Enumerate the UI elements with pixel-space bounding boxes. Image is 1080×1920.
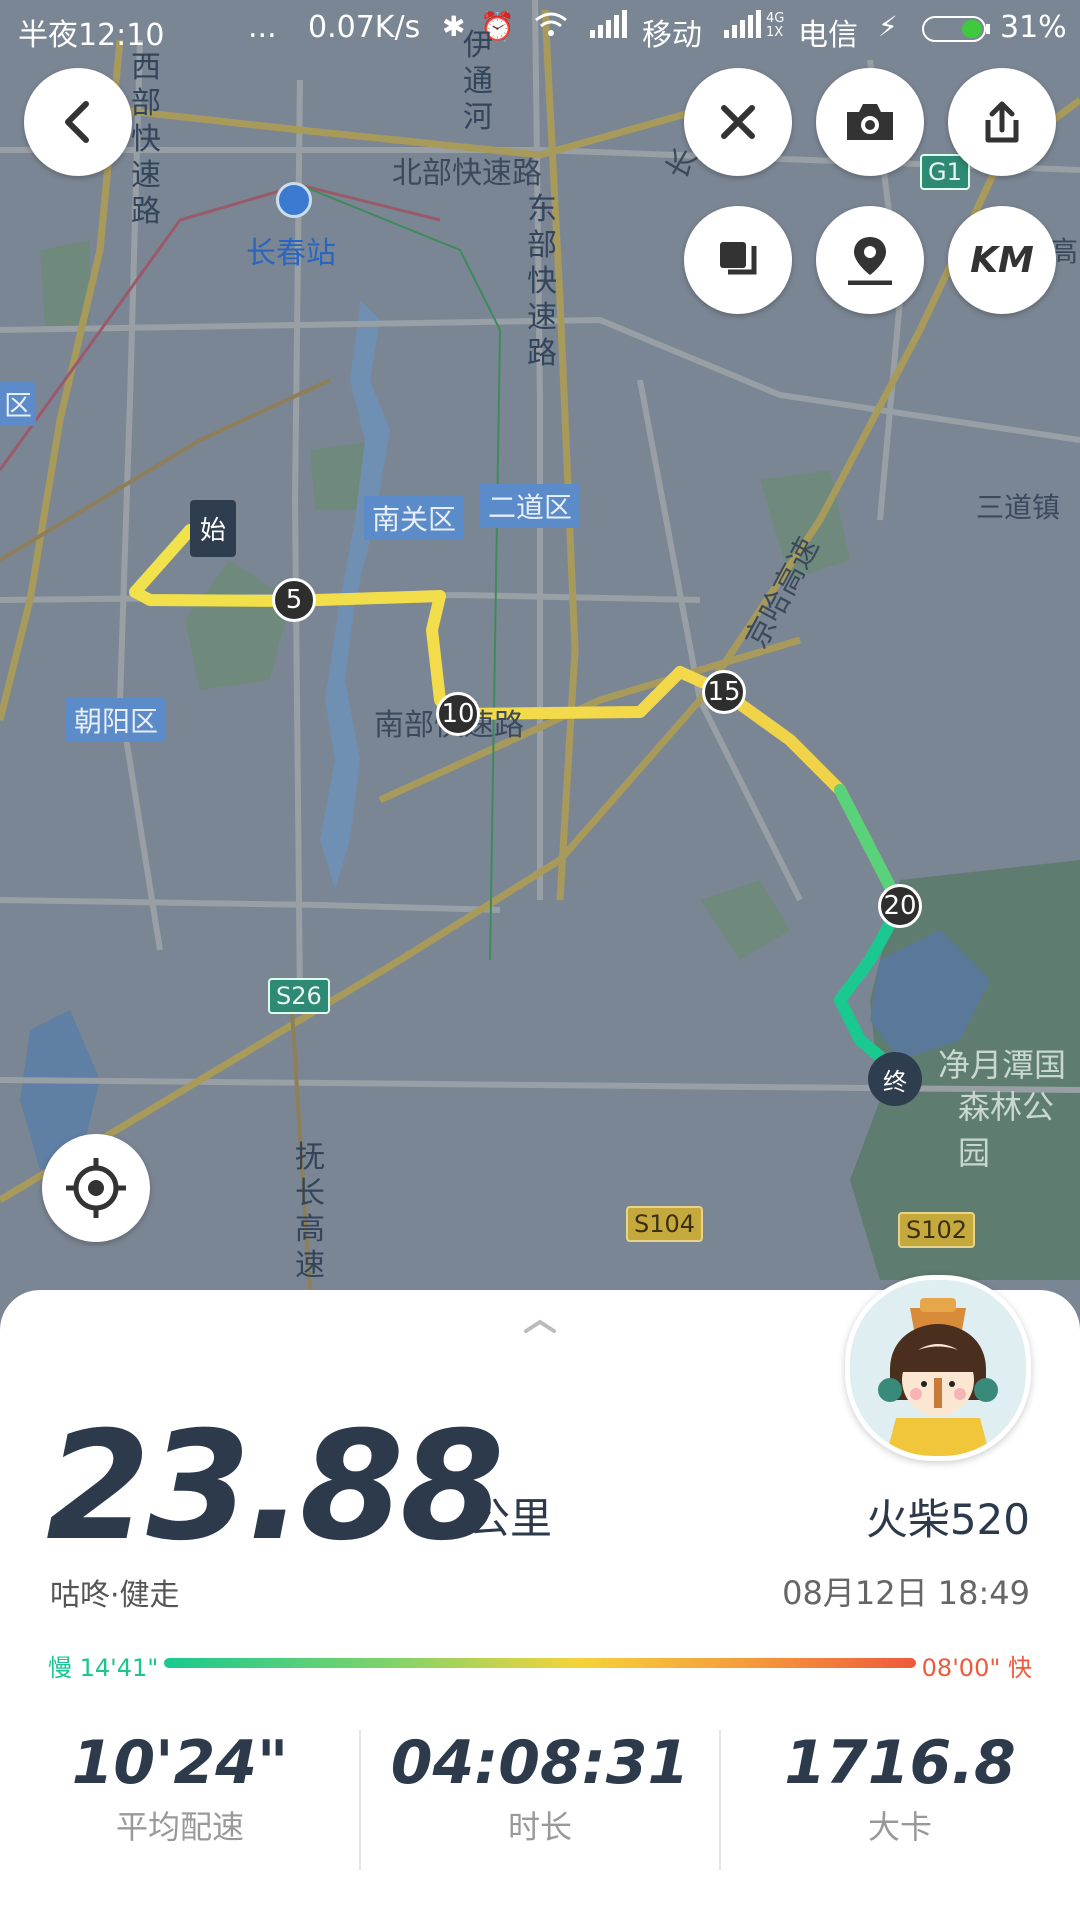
stat-avg-pace: 10'24" 平均配速 (0, 1728, 360, 1848)
unit-toggle-button[interactable]: KM (948, 206, 1056, 314)
km-marker-5: 5 (272, 578, 316, 622)
activity-type: 咕咚·健走 (50, 1578, 180, 1613)
total-distance: 23.88 (46, 1400, 504, 1574)
carrier1: 移动 (642, 18, 702, 53)
layers-icon (720, 242, 757, 275)
route-end-marker: 终 (868, 1052, 922, 1106)
battery-icon (922, 14, 992, 52)
back-button[interactable] (24, 68, 132, 176)
pace-slowest: 慢 14'41" (48, 1654, 159, 1682)
expand-handle[interactable] (520, 1316, 560, 1340)
status-dots: ... (248, 10, 277, 45)
map-label-west-expressway: 西部快速路 (131, 50, 161, 229)
battery-percent: 31% (1000, 10, 1067, 45)
username: 火柴520 (865, 1495, 1030, 1544)
wifi-icon (534, 10, 568, 48)
stat-avg-pace-value: 10'24" (71, 1728, 289, 1798)
chevron-left-icon (65, 101, 89, 143)
km-marker-10: 10 (436, 692, 480, 736)
stat-duration-label: 时长 (507, 1808, 572, 1846)
km-marker-15: 15 (702, 670, 746, 714)
network-badge: 4G 1X (766, 11, 785, 40)
map-label-east-expressway: 东部快速路 (527, 192, 557, 371)
camera-icon (847, 104, 893, 140)
distance-unit: 公里 (468, 1494, 553, 1543)
district-erdao: 二道区 (480, 484, 581, 528)
map-label-fuchang-highway: 抚长高速 (295, 1140, 325, 1283)
location-pin-button[interactable] (816, 206, 924, 314)
map-label-north-expressway: 北部快速路 (392, 156, 542, 191)
map-label-yitong-river: 伊通河 (463, 28, 493, 135)
chevron-up-icon (524, 1319, 556, 1333)
carrier2: 电信 (798, 18, 858, 53)
stat-duration: 04:08:31 时长 (360, 1728, 720, 1848)
close-button[interactable] (684, 68, 792, 176)
district-fragment: 区 (0, 382, 37, 426)
network-speed: 0.07K/s (308, 10, 421, 45)
shield-s102: S102 (898, 1212, 976, 1248)
route-start-marker: 始 (190, 500, 237, 557)
crosshair-icon (66, 1158, 126, 1218)
station-icon (276, 182, 312, 218)
stat-calories: 1716.8 大卡 (720, 1728, 1080, 1848)
locate-button[interactable] (42, 1134, 150, 1242)
stat-calories-label: 大卡 (867, 1808, 932, 1846)
camera-button[interactable] (816, 68, 924, 176)
avatar-icon (850, 1280, 1026, 1456)
district-chaoyang: 朝阳区 (66, 698, 167, 742)
map-label-sandao-town: 三道镇 (976, 491, 1061, 524)
share-icon (985, 101, 1019, 143)
km-marker-20: 20 (878, 884, 922, 928)
close-icon (721, 105, 755, 139)
signal-icon-2 (722, 10, 762, 48)
stat-avg-pace-label: 平均配速 (115, 1808, 244, 1846)
stat-duration-value: 04:08:31 (390, 1728, 690, 1798)
pace-fastest: 08'00" 快 (921, 1654, 1032, 1682)
map-label-jingyuetan-1: 净月潭国 (938, 1046, 1067, 1084)
map-label-changchun-station: 长春站 (246, 236, 336, 271)
unit-toggle-label: KM (970, 239, 1034, 281)
share-button[interactable] (948, 68, 1056, 176)
shield-s104: S104 (626, 1206, 704, 1242)
avatar[interactable] (845, 1275, 1031, 1461)
map-label-jingyuetan-2: 森林公园 (958, 1088, 1055, 1172)
activity-datetime: 08月12日 18:49 (782, 1574, 1030, 1612)
charging-icon: ⚡ (878, 10, 898, 43)
pace-gradient-bar (164, 1658, 916, 1668)
location-pin-icon (848, 237, 892, 285)
signal-icon-1 (588, 10, 628, 48)
district-nanguan: 南关区 (364, 496, 465, 540)
stat-calories-value: 1716.8 (784, 1728, 1016, 1798)
shield-s26: S26 (268, 978, 330, 1014)
status-time: 半夜12:10 (18, 18, 165, 53)
layers-button[interactable] (684, 206, 792, 314)
